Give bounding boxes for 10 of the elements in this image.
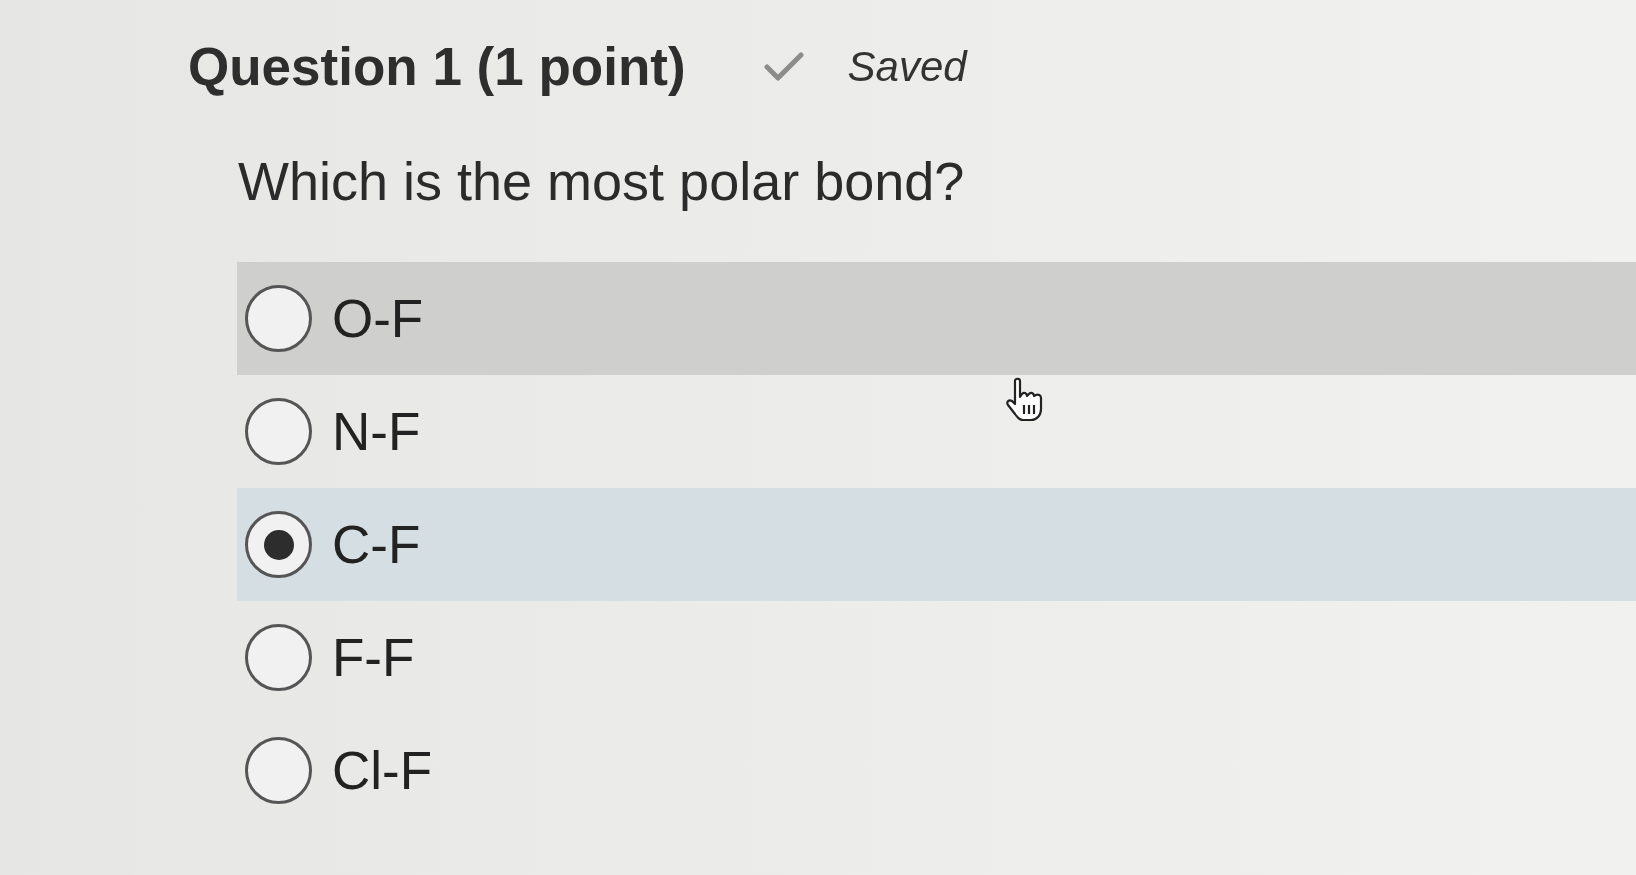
answer-option[interactable]: O-F: [237, 262, 1636, 375]
answer-option[interactable]: F-F: [237, 601, 1636, 714]
answer-option[interactable]: Cl-F: [237, 714, 1636, 827]
hand-cursor-icon: [1005, 377, 1045, 423]
question-prompt: Which is the most polar bond?: [238, 150, 966, 212]
question-title: Question 1 (1 point): [188, 36, 686, 98]
saved-status: Saved: [847, 42, 967, 92]
answer-option[interactable]: N-F: [237, 375, 1636, 488]
answer-option[interactable]: C-F: [237, 488, 1636, 601]
check-icon: [763, 52, 804, 82]
